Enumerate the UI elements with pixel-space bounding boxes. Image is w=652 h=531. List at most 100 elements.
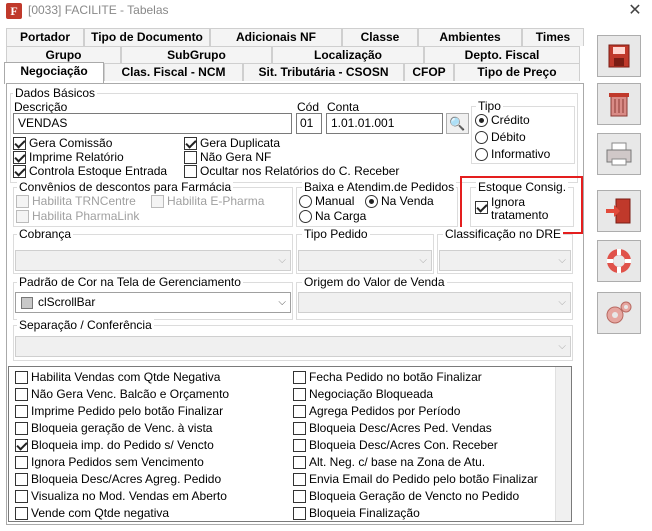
separacao-select[interactable]: ⌵ [15,336,571,357]
gears-icon [606,301,632,324]
tab-localizacao[interactable]: Localização [272,46,424,64]
option-checkbox[interactable] [15,490,28,503]
gera-comissao-checkbox[interactable] [13,137,26,150]
option-label: Envia Email do Pedido pelo botão Finaliz… [309,472,538,486]
option-label: Bloqueia Finalização [309,506,420,520]
option-checkbox[interactable] [293,405,306,418]
option-label: Imprime Pedido pelo botão Finalizar [31,404,224,418]
save-button[interactable] [597,35,641,77]
tipo-credito-radio[interactable] [475,114,488,127]
classificacao-label: Classificação no DRE [443,227,564,241]
tipo-pedido-label: Tipo Pedido [302,227,370,241]
baixa-manual-label: Manual [315,194,355,208]
descricao-input[interactable]: VENDAS [13,113,292,134]
option-label: Alt. Neg. c/ base na Zona de Atu. [309,455,486,469]
tab-tipo-de-documento[interactable]: Tipo de Documento [84,28,210,46]
baixa-na-carga-radio[interactable] [299,210,312,223]
tab-subgrupo[interactable]: SubGrupo [121,46,272,64]
option-checkbox[interactable] [293,507,306,520]
baixa-na-venda-radio[interactable] [365,195,378,208]
settings-button[interactable] [597,292,641,334]
option-checkbox[interactable] [15,371,28,384]
tab-times[interactable]: Times [522,28,584,46]
lifebuoy-icon [607,249,631,273]
option-checkbox[interactable] [293,439,306,452]
option-checkbox[interactable] [15,388,28,401]
tab-clas-fiscal-ncm[interactable]: Clas. Fiscal - NCM [104,63,243,81]
classificacao-select[interactable]: ⌵ [439,250,571,271]
color-swatch-icon [21,297,33,309]
option-label: Bloqueia Geração de Vencto no Pedido [309,489,520,503]
epharma-checkbox[interactable] [151,195,164,208]
ocultar-relatorios-label: Ocultar nos Relatórios do C. Receber [200,164,400,178]
controla-estoque-label: Controla Estoque Entrada [29,164,168,178]
conta-input[interactable]: 1.01.01.001 [326,113,443,134]
cod-input[interactable]: 01 [296,113,322,134]
option-checkbox[interactable] [293,388,306,401]
tab-tipo-de-preco[interactable]: Tipo de Preço [454,63,580,81]
cobranca-select[interactable]: ⌵ [15,250,291,271]
options-scrollbar[interactable] [555,367,571,521]
convenios-label: Convênios de descontos para Farmácia [17,180,234,194]
tab-cfop[interactable]: CFOP [404,63,454,81]
exit-door-icon [606,198,631,224]
option-checkbox[interactable] [15,507,28,520]
ocultar-relatorios-checkbox[interactable] [184,165,197,178]
option-checkbox[interactable] [15,405,28,418]
option-checkbox[interactable] [293,456,306,469]
chevron-down-icon: ⌵ [558,341,566,352]
tab-sit-tributaria-csosn[interactable]: Sit. Tributária - CSOSN [243,63,404,81]
tipo-pedido-select[interactable]: ⌵ [298,250,432,271]
conta-search-button[interactable]: 🔍 [446,113,469,134]
controla-estoque-checkbox[interactable] [13,165,26,178]
tab-adicionais-nf[interactable]: Adicionais NF [210,28,342,46]
baixa-na-carga-label: Na Carga [315,209,367,223]
option-label: Bloqueia Desc/Acres Ped. Vendas [309,421,492,435]
delete-button[interactable] [597,83,641,125]
epharma-label: Habilita E-Pharma [167,194,265,208]
gera-duplicata-checkbox[interactable] [184,137,197,150]
padrao-cor-select[interactable]: clScrollBar ⌵ [15,292,291,313]
tab-portador[interactable]: Portador [6,28,84,46]
pharmalink-checkbox[interactable] [16,210,29,223]
option-label: Agrega Pedidos por Período [309,404,461,418]
imprime-relatorio-checkbox[interactable] [13,151,26,164]
exit-button[interactable] [597,190,641,232]
baixa-manual-radio[interactable] [299,195,312,208]
gera-duplicata-label: Gera Duplicata [200,136,281,150]
tab-classe[interactable]: Classe [342,28,418,46]
print-button[interactable] [597,133,641,175]
option-checkbox[interactable] [293,371,306,384]
help-button[interactable] [597,240,641,282]
option-label: Bloqueia geração de Venc. à vista [31,421,213,435]
option-checkbox[interactable] [293,422,306,435]
tab-ambientes[interactable]: Ambientes [418,28,522,46]
pharmalink-label: Habilita PharmaLink [32,209,140,223]
close-icon[interactable]: ✕ [624,0,646,22]
nao-gera-nf-checkbox[interactable] [184,151,197,164]
tab-depto-fiscal[interactable]: Depto. Fiscal [424,46,580,64]
chevron-down-icon: ⌵ [558,255,566,266]
option-label: Bloqueia Desc/Acres Con. Receber [309,438,498,452]
trncentre-label: Habilita TRNCentre [32,194,136,208]
trash-icon [609,93,629,117]
tipo-label: Tipo [476,99,503,113]
tipo-informativo-radio[interactable] [475,148,488,161]
origem-valor-select[interactable]: ⌵ [298,292,571,313]
tipo-credito-label: Crédito [491,113,530,127]
nao-gera-nf-label: Não Gera NF [200,150,272,164]
option-checkbox[interactable] [15,439,28,452]
option-label: Habilita Vendas com Qtde Negativa [31,370,221,384]
option-checkbox[interactable] [15,456,28,469]
trncentre-checkbox[interactable] [16,195,29,208]
highlight-box [460,176,583,234]
tab-negociacao[interactable]: Negociação [4,62,104,84]
imprime-relatorio-label: Imprime Relatório [29,150,124,164]
tipo-informativo-label: Informativo [491,147,551,161]
tipo-debito-radio[interactable] [475,131,488,144]
cobranca-label: Cobrança [17,227,74,241]
option-checkbox[interactable] [293,473,306,486]
option-checkbox[interactable] [293,490,306,503]
option-checkbox[interactable] [15,473,28,486]
option-checkbox[interactable] [15,422,28,435]
